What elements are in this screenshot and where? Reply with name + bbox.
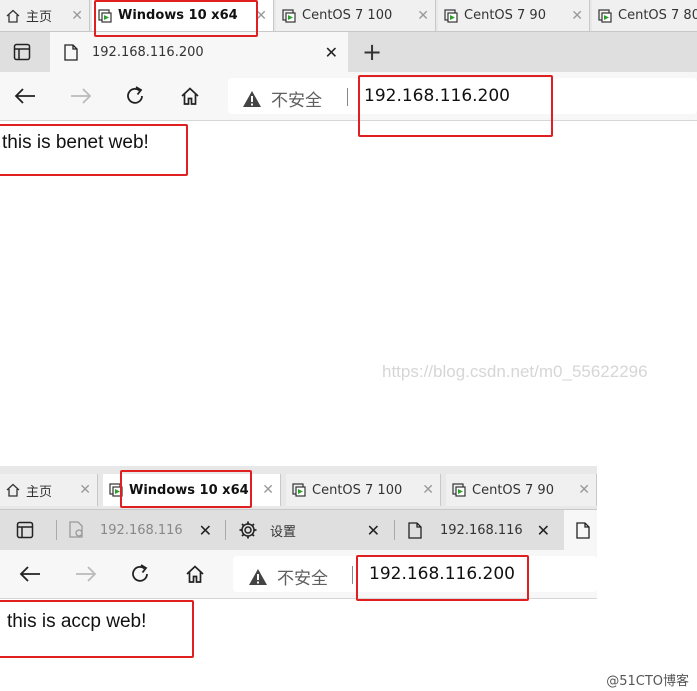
- vm-tab-centos90[interactable]: CentOS 7 90 ✕: [446, 474, 597, 506]
- browser-tab-title: 192.168.116.200: [92, 44, 204, 60]
- highlight-content: [0, 124, 188, 176]
- home-icon: [186, 565, 204, 583]
- footer-credit: @51CTO博客: [606, 674, 689, 689]
- omnibox-divider: [347, 88, 348, 106]
- close-tab-icon[interactable]: ✕: [199, 521, 212, 540]
- browser-tab-title: 192.168.116.200: [100, 522, 182, 538]
- browser-tab-settings[interactable]: 设置 ✕: [228, 510, 390, 550]
- close-icon[interactable]: ✕: [79, 482, 91, 498]
- refresh-icon: [132, 564, 148, 582]
- vm-running-icon: [444, 8, 458, 23]
- tab-divider: [394, 520, 395, 540]
- omnibox-divider: [352, 566, 353, 584]
- highlight-vm-tab: [120, 470, 252, 508]
- vm-tab-label: CentOS 7 100: [302, 8, 393, 23]
- close-icon[interactable]: ✕: [571, 8, 583, 24]
- forward-button[interactable]: [71, 559, 101, 589]
- warning-icon: [249, 568, 267, 585]
- vm-tab-bar-2: 主页 ✕ Windows 10 x64 ✕ CentOS 7 100 ✕ Cen…: [0, 466, 597, 510]
- home-icon: [181, 87, 199, 105]
- highlight-url: [358, 75, 553, 137]
- vm-running-icon: [282, 8, 296, 23]
- close-icon[interactable]: ✕: [417, 8, 429, 24]
- browser-tab-3[interactable]: 192.168.116.200 ✕: [400, 510, 560, 550]
- tab-actions-button[interactable]: [0, 32, 44, 72]
- browser-tab-bar-1: 192.168.116.200 ✕ +: [0, 32, 697, 72]
- browser-tab-title: 设置: [270, 524, 297, 540]
- arrow-right-icon: [76, 566, 97, 582]
- page-icon: [64, 43, 78, 61]
- browser-tab-1[interactable]: 192.168.116.200 ✕: [62, 510, 222, 550]
- page-icon: [408, 521, 422, 539]
- security-label: 不安全: [271, 91, 322, 111]
- gear-icon: [239, 521, 257, 539]
- close-tab-icon[interactable]: ✕: [325, 43, 338, 62]
- page-icon: [576, 521, 590, 539]
- vm-tab-centos80[interactable]: CentOS 7 80: [592, 0, 697, 31]
- close-icon[interactable]: ✕: [71, 8, 83, 24]
- back-button[interactable]: [10, 81, 40, 111]
- refresh-button[interactable]: [125, 559, 155, 589]
- refresh-icon: [127, 86, 143, 104]
- vm-tab-centos100[interactable]: CentOS 7 100 ✕: [276, 0, 436, 31]
- tab-divider: [225, 520, 226, 540]
- back-button[interactable]: [15, 559, 45, 589]
- new-tab-button[interactable]: +: [356, 32, 388, 72]
- browser-tab-title: 192.168.116.200: [440, 522, 524, 538]
- toolbar-1: 不安全 192.168.116.200: [0, 72, 697, 121]
- home-icon: [6, 9, 20, 23]
- close-icon[interactable]: ✕: [578, 482, 590, 498]
- home-button[interactable]: [180, 559, 210, 589]
- browser-tab-active[interactable]: 192.168.116.200 ✕: [50, 32, 348, 72]
- highlight-vm-tab: [94, 0, 258, 37]
- vm-tab-centos90[interactable]: CentOS 7 90 ✕: [438, 0, 590, 31]
- close-tab-icon[interactable]: ✕: [537, 521, 550, 540]
- home-icon: [6, 483, 20, 497]
- vm-tab-label: 主页: [26, 484, 53, 500]
- vm-running-icon: [292, 483, 306, 497]
- watermark-text: https://blog.csdn.net/m0_55622296: [382, 362, 648, 381]
- highlight-content: [0, 600, 194, 658]
- close-icon[interactable]: ✕: [422, 482, 434, 498]
- browser-tab-active[interactable]: [564, 510, 597, 550]
- plus-icon: +: [361, 38, 383, 66]
- home-button[interactable]: [175, 81, 205, 111]
- close-icon[interactable]: ✕: [262, 482, 274, 498]
- vm-tab-label: CentOS 7 80: [618, 8, 697, 23]
- forward-button[interactable]: [66, 81, 96, 111]
- vm-tab-centos100[interactable]: CentOS 7 100 ✕: [286, 474, 441, 506]
- arrow-right-icon: [71, 88, 92, 104]
- close-tab-icon[interactable]: ✕: [367, 521, 380, 540]
- warning-icon: [243, 90, 261, 107]
- vm-tab-label: 主页: [26, 10, 53, 25]
- arrow-left-icon: [14, 88, 35, 104]
- highlight-url: [356, 555, 529, 601]
- vm-running-icon: [598, 8, 612, 23]
- tab-actions-icon: [16, 521, 34, 539]
- tab-actions-icon: [13, 43, 31, 61]
- browser-tab-bar-2: 192.168.116.200 ✕ 设置 ✕ 192.168.116.200 ✕: [0, 510, 597, 550]
- security-indicator[interactable]: 不安全: [248, 564, 328, 589]
- vm-tab-label: CentOS 7 100: [312, 482, 403, 498]
- arrow-left-icon: [19, 566, 40, 582]
- tab-actions-button[interactable]: [0, 510, 50, 550]
- refresh-button[interactable]: [120, 81, 150, 111]
- page-settings-icon: [69, 521, 83, 538]
- vm-tab-home[interactable]: 主页 ✕: [0, 474, 98, 506]
- vm-tab-label: CentOS 7 90: [464, 8, 546, 23]
- vm-running-icon: [452, 483, 466, 497]
- vm-tab-label: CentOS 7 90: [472, 482, 554, 498]
- tab-divider: [56, 520, 57, 540]
- vm-tab-home[interactable]: 主页 ✕: [0, 0, 90, 31]
- security-label: 不安全: [277, 569, 328, 589]
- security-indicator[interactable]: 不安全: [242, 86, 322, 111]
